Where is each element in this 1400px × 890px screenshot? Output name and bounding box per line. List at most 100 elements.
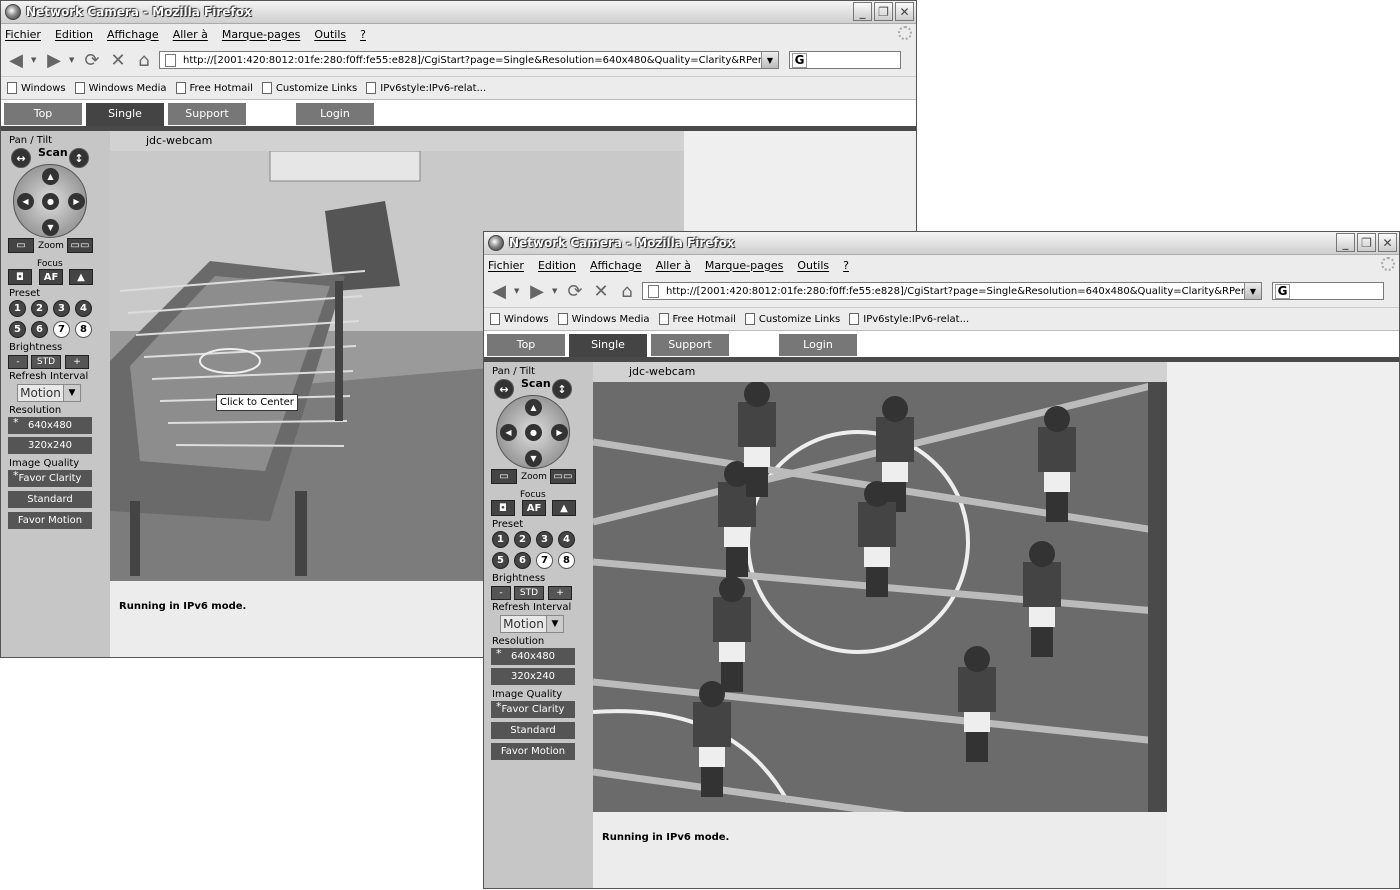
preset-button[interactable]: 3 <box>536 531 553 548</box>
preset-button[interactable]: 4 <box>558 531 575 548</box>
bookmark-item[interactable]: Customize Links <box>261 82 357 94</box>
preset-button[interactable]: 6 <box>31 321 48 338</box>
bookmark-item[interactable]: Free Hotmail <box>658 313 736 325</box>
bookmark-item[interactable]: Windows Media <box>557 313 650 325</box>
chevron-down-icon[interactable]: ▼ <box>546 616 563 632</box>
resolution-640x480-button[interactable]: * 640x480 <box>491 647 575 665</box>
quality-option-button[interactable]: Standard <box>491 722 575 739</box>
menu-item[interactable]: Marque-pages <box>705 259 783 272</box>
brightness-button[interactable]: + <box>65 355 89 369</box>
home-icon[interactable]: ⌂ <box>133 49 155 71</box>
zoom-wide-button[interactable]: ▭ <box>8 238 34 253</box>
bookmark-item[interactable]: Windows <box>490 313 549 325</box>
resolution-320x240-button[interactable]: 320x240 <box>491 668 575 685</box>
focus-auto-button[interactable]: AF <box>522 500 546 516</box>
brightness-button[interactable]: + <box>548 586 572 600</box>
forward-dropdown-icon[interactable]: ▼ <box>69 56 77 64</box>
preset-button[interactable]: 3 <box>53 300 70 317</box>
menu-item[interactable]: Affichage <box>107 28 159 41</box>
back-dropdown-icon[interactable]: ▼ <box>514 287 522 295</box>
back-icon[interactable]: ◀ <box>488 280 510 302</box>
zoom-tele-button[interactable]: ▭▭ <box>67 238 93 253</box>
bookmark-item[interactable]: Windows Media <box>74 82 167 94</box>
menu-item[interactable]: Aller à <box>173 28 208 41</box>
menu-item[interactable]: Affichage <box>590 259 642 272</box>
menu-item[interactable]: Fichier <box>488 259 524 272</box>
pan-tilt-pad[interactable]: ▲ ▼ ◀ ▶ ● <box>13 164 87 238</box>
brightness-button[interactable]: - <box>8 355 28 369</box>
tab-support[interactable]: Support <box>651 334 729 356</box>
preset-button[interactable]: 2 <box>31 300 48 317</box>
tab-support[interactable]: Support <box>168 103 246 125</box>
reload-icon[interactable]: ⟳ <box>81 49 103 71</box>
url-dropdown-icon[interactable]: ▼ <box>761 52 778 68</box>
bookmark-item[interactable]: Free Hotmail <box>175 82 253 94</box>
maximize-button[interactable]: ❐ <box>874 2 893 21</box>
url-bar[interactable]: http://[2001:420:8012:01fe:280:f0ff:fe55… <box>159 51 779 69</box>
scan-left-icon[interactable]: ↔ <box>11 148 31 168</box>
menu-item[interactable]: ? <box>360 28 366 41</box>
home-icon[interactable]: ⌂ <box>616 280 638 302</box>
close-button[interactable]: ✕ <box>1378 233 1397 252</box>
pan-home-icon[interactable]: ● <box>525 424 542 441</box>
preset-button[interactable]: 7 <box>536 552 553 569</box>
refresh-interval-select[interactable]: Motion ▼ <box>17 384 81 402</box>
back-icon[interactable]: ◀ <box>5 49 27 71</box>
bookmark-item[interactable]: Windows <box>7 82 66 94</box>
tab-top[interactable]: Top <box>4 103 82 125</box>
preset-button[interactable]: 1 <box>492 531 509 548</box>
pan-tilt-pad[interactable]: ▲ ▼ ◀ ▶ ● <box>496 395 570 469</box>
scan-left-icon[interactable]: ↔ <box>494 379 514 399</box>
quality-option-button[interactable]: Standard <box>8 491 92 508</box>
forward-icon[interactable]: ▶ <box>526 280 548 302</box>
stop-icon[interactable]: ✕ <box>590 280 612 302</box>
preset-button[interactable]: 1 <box>9 300 26 317</box>
tab-top[interactable]: Top <box>487 334 565 356</box>
url-dropdown-icon[interactable]: ▼ <box>1244 283 1261 299</box>
quality-option-button[interactable]: * Favor Clarity <box>8 469 92 487</box>
preset-button[interactable]: 4 <box>75 300 92 317</box>
preset-button[interactable]: 5 <box>492 552 509 569</box>
quality-option-button[interactable]: Favor Motion <box>491 743 575 760</box>
menu-item[interactable]: Aller à <box>656 259 691 272</box>
focus-far-button[interactable]: ▲ <box>552 500 576 516</box>
search-input[interactable]: G <box>1272 282 1384 300</box>
scan-vertical-icon[interactable]: ↕ <box>69 148 89 168</box>
refresh-interval-select[interactable]: Motion ▼ <box>500 615 564 633</box>
focus-near-button[interactable]: ◘ <box>491 500 515 516</box>
tab-login[interactable]: Login <box>296 103 374 125</box>
resolution-640x480-button[interactable]: * 640x480 <box>8 416 92 434</box>
url-bar[interactable]: http://[2001:420:8012:01fe:280:f0ff:fe55… <box>642 282 1262 300</box>
tab-login[interactable]: Login <box>779 334 857 356</box>
brightness-button[interactable]: STD <box>514 586 544 600</box>
menu-item[interactable]: Outils <box>797 259 829 272</box>
pan-up-icon[interactable]: ▲ <box>525 399 542 416</box>
bookmark-item[interactable]: IPv6style:IPv6-relat... <box>366 82 486 94</box>
menu-item[interactable]: Marque-pages <box>222 28 300 41</box>
brightness-button[interactable]: STD <box>31 355 61 369</box>
reload-icon[interactable]: ⟳ <box>564 280 586 302</box>
preset-button[interactable]: 7 <box>53 321 70 338</box>
google-icon[interactable]: G <box>1275 283 1290 299</box>
chevron-down-icon[interactable]: ▼ <box>63 385 80 401</box>
preset-button[interactable]: 5 <box>9 321 26 338</box>
forward-icon[interactable]: ▶ <box>43 49 65 71</box>
forward-dropdown-icon[interactable]: ▼ <box>552 287 560 295</box>
pan-up-icon[interactable]: ▲ <box>42 168 59 185</box>
zoom-wide-button[interactable]: ▭ <box>491 469 517 484</box>
preset-button[interactable]: 2 <box>514 531 531 548</box>
menu-item[interactable]: Edition <box>538 259 576 272</box>
google-icon[interactable]: G <box>792 52 807 68</box>
menu-item[interactable]: Outils <box>314 28 346 41</box>
close-button[interactable]: ✕ <box>895 2 914 21</box>
pan-down-icon[interactable]: ▼ <box>525 450 542 467</box>
brightness-button[interactable]: - <box>491 586 511 600</box>
camera-image[interactable] <box>593 382 1167 812</box>
menu-item[interactable]: ? <box>843 259 849 272</box>
menu-item[interactable]: Edition <box>55 28 93 41</box>
focus-far-button[interactable]: ▲ <box>69 269 93 285</box>
zoom-tele-button[interactable]: ▭▭ <box>550 469 576 484</box>
focus-near-button[interactable]: ◘ <box>8 269 32 285</box>
bookmark-item[interactable]: Customize Links <box>744 313 840 325</box>
minimize-button[interactable]: _ <box>853 2 872 21</box>
